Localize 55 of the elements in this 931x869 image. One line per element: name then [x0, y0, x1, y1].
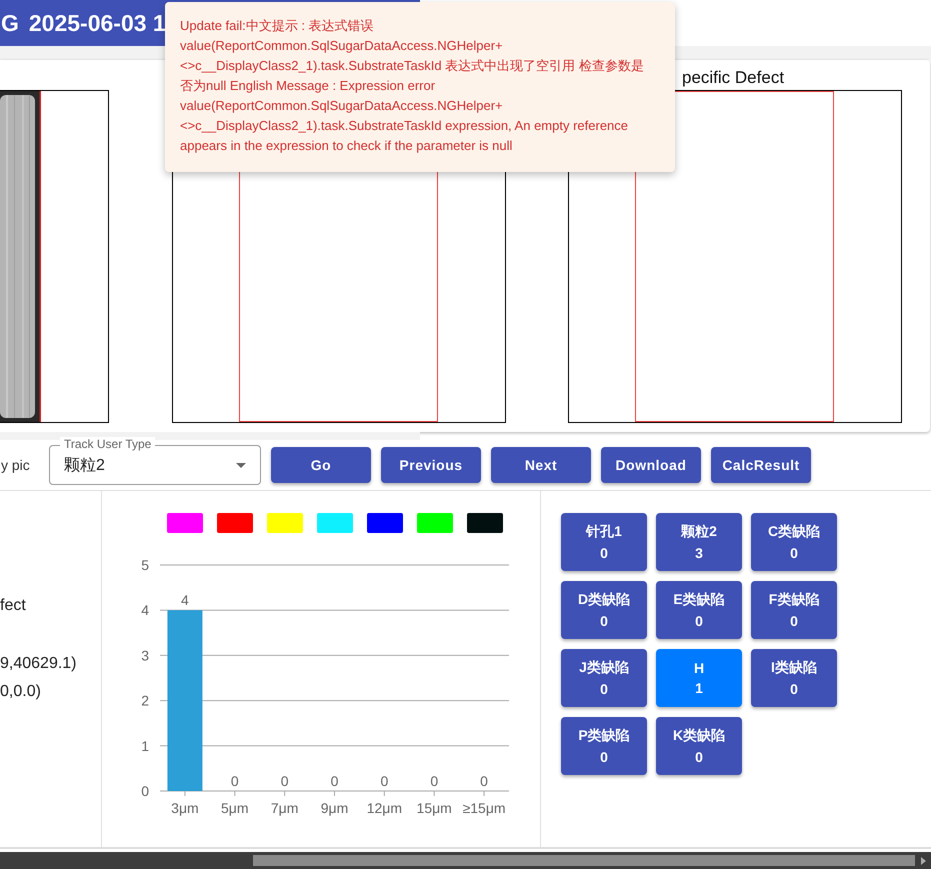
defect-count-button[interactable]: E类缺陷 0 [656, 581, 742, 639]
x-tick-label: 9μm [320, 800, 348, 816]
defect-count-button[interactable]: C类缺陷 0 [751, 513, 837, 571]
defect-count-button[interactable]: I类缺陷 0 [751, 649, 837, 707]
action-button[interactable]: CalcResult [711, 447, 811, 483]
bar-value-label: 0 [480, 773, 488, 789]
defect-count-button[interactable]: J类缺陷 0 [561, 649, 647, 707]
legend-swatch[interactable] [267, 513, 303, 533]
field-label: y pic [1, 457, 31, 473]
legend-swatch[interactable] [417, 513, 453, 533]
bar-value-label: 0 [330, 773, 338, 789]
x-tick-label: 5μm [221, 800, 249, 816]
bar-value-label: 4 [181, 592, 189, 608]
x-tick-label: 7μm [270, 800, 298, 816]
bar-value-label: 0 [430, 773, 438, 789]
x-tick-label: 15μm [416, 800, 452, 816]
bar-value-label: 0 [380, 773, 388, 789]
defect-count-button[interactable]: F类缺陷 0 [751, 581, 837, 639]
info-text: 9,40629.1) [0, 655, 78, 673]
scroll-right-icon[interactable] [921, 857, 926, 865]
caret-icon [236, 463, 246, 468]
scrollbar-thumb[interactable] [253, 855, 915, 866]
x-tick-label: 12μm [366, 800, 402, 816]
y-tick-label: 2 [141, 692, 149, 709]
legend-swatch[interactable] [317, 513, 353, 533]
defect-count-button[interactable]: D类缺陷 0 [561, 581, 647, 639]
legend-swatch[interactable] [367, 513, 403, 533]
y-tick-label: 1 [141, 738, 149, 754]
action-button[interactable]: Previous [381, 447, 481, 483]
info-text: fect [0, 597, 27, 615]
error-message: Update fail:中文提示 : 表达式错误 value(ReportCommon.SqlSugarDataAccess.NGHelper+<>c__DisplayClass2_1).task.SubstrateTaskId 表达式中出现了空引用 检查参数是否为null English Message : Expression error value(ReportCommon.SqlSugarDataAccess.NGHelper+<>c__DisplayClass2_1).task.SubstrateTaskId expression, An empty reference appears in the expression to check if the parameter is null [180, 18, 644, 153]
legend-swatch[interactable] [467, 513, 503, 533]
action-button[interactable]: Go [271, 447, 371, 483]
defect-count-button[interactable]: H 1 [656, 649, 742, 707]
header-title: 2025-06-03 1 [28, 10, 166, 36]
action-button[interactable]: Download [601, 447, 701, 483]
horizontal-scrollbar[interactable] [0, 852, 931, 869]
y-tick-label: 4 [141, 602, 149, 618]
bar-value-label: 0 [280, 773, 289, 789]
action-button[interactable]: Next [491, 447, 591, 483]
y-tick-label: 0 [141, 783, 149, 799]
x-tick-label: 3μm [171, 800, 199, 816]
info-text: 0,0.0) [0, 683, 42, 701]
y-tick-label: 5 [141, 557, 149, 573]
bar-value-label: 0 [230, 773, 239, 789]
legend-swatch[interactable] [217, 513, 253, 533]
defect-count-button[interactable]: P类缺陷 0 [561, 717, 647, 775]
x-tick-label: ≥15μm [462, 800, 506, 816]
defect-count-button[interactable]: 颗粒2 3 [656, 513, 742, 571]
header-prefix: G [1, 10, 19, 36]
defect-count-button[interactable]: 针孔1 0 [561, 513, 647, 571]
y-tick-label: 3 [141, 647, 149, 664]
panel-title: pecific Defect [682, 68, 784, 88]
legend-swatch[interactable] [167, 513, 203, 533]
defect-count-button[interactable]: K类缺陷 0 [656, 717, 742, 775]
